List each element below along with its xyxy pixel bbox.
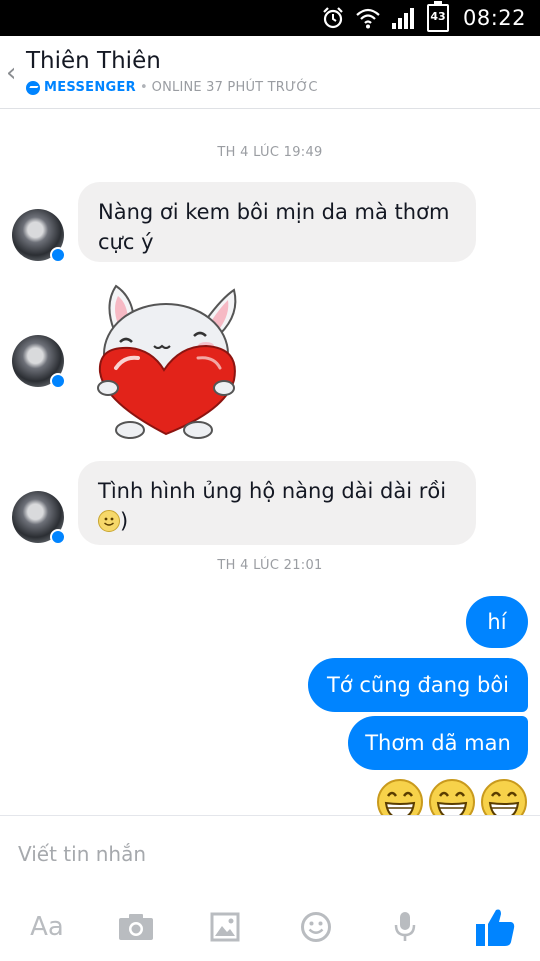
bunny-heart-sticker[interactable] <box>94 284 244 444</box>
message-thread[interactable]: TH 4 LÚC 19:49 Nàng ơi kem bôi mịn da mà… <box>0 109 540 815</box>
grinning-emoji-icon <box>429 779 475 815</box>
separator-dot: • <box>139 80 148 95</box>
message-text: Tình hình ủng hộ nàng dài dài rồi <box>98 479 447 503</box>
outgoing-message[interactable]: Tớ cũng đang bôi <box>308 658 528 712</box>
gallery-button[interactable] <box>205 904 245 950</box>
alarm-icon <box>323 7 343 29</box>
incoming-message[interactable]: Nàng ơi kem bôi mịn da mà thơm cực ý <box>78 182 476 262</box>
incoming-message[interactable]: Tình hình ủng hộ nàng dài dài rồi ) <box>78 461 476 545</box>
text-format-label: Aa <box>30 912 64 942</box>
messenger-logo-icon <box>26 80 40 95</box>
camera-icon <box>119 914 153 940</box>
slightly-smiling-emoji-icon <box>98 510 120 532</box>
composer-toolbar: Aa <box>0 904 540 954</box>
message-input[interactable]: Viết tin nhắn <box>18 842 146 866</box>
grinning-emoji-icon <box>481 779 527 815</box>
presence-line: MESSENGER • ONLINE 37 PHÚT TRƯỚC <box>26 80 318 95</box>
avatar[interactable] <box>12 209 66 263</box>
emoji-button[interactable] <box>296 904 336 950</box>
camera-button[interactable] <box>114 904 158 950</box>
messenger-badge-icon <box>50 373 66 389</box>
messenger-badge-icon <box>50 529 66 545</box>
contact-name[interactable]: Thiên Thiên <box>26 48 161 74</box>
conversation-header: ‹ Thiên Thiên MESSENGER • ONLINE 37 PHÚT… <box>0 36 540 109</box>
timestamp: TH 4 LÚC 21:01 <box>217 558 323 573</box>
battery-icon: 43 <box>426 1 449 32</box>
microphone-icon <box>394 912 416 941</box>
online-status: ONLINE 37 PHÚT TRƯỚC <box>151 80 318 95</box>
outgoing-message[interactable]: hí <box>466 596 528 648</box>
source-label: MESSENGER <box>44 80 136 95</box>
voice-button[interactable] <box>388 904 422 950</box>
battery-level: 43 <box>430 10 446 23</box>
gallery-icon <box>210 912 240 942</box>
status-bar: 43 08:22 <box>0 0 540 36</box>
back-chevron-icon[interactable]: ‹ <box>6 58 16 88</box>
status-time: 08:22 <box>462 6 526 30</box>
avatar[interactable] <box>12 491 66 545</box>
message-text-tail: ) <box>120 509 129 533</box>
composer: Viết tin nhắn Aa <box>0 815 540 961</box>
emoji-message[interactable] <box>376 778 528 815</box>
emoji-icon <box>301 912 331 942</box>
timestamp: TH 4 LÚC 19:49 <box>217 145 323 160</box>
text-format-button[interactable]: Aa <box>24 904 70 950</box>
grinning-emoji-icon <box>377 779 423 815</box>
like-button[interactable] <box>472 904 518 950</box>
wifi-icon <box>356 8 380 29</box>
messenger-badge-icon <box>50 247 66 263</box>
avatar[interactable] <box>12 335 66 389</box>
like-icon <box>476 909 515 946</box>
outgoing-message[interactable]: Thơm dã man <box>348 716 528 770</box>
signal-icon <box>391 8 414 29</box>
